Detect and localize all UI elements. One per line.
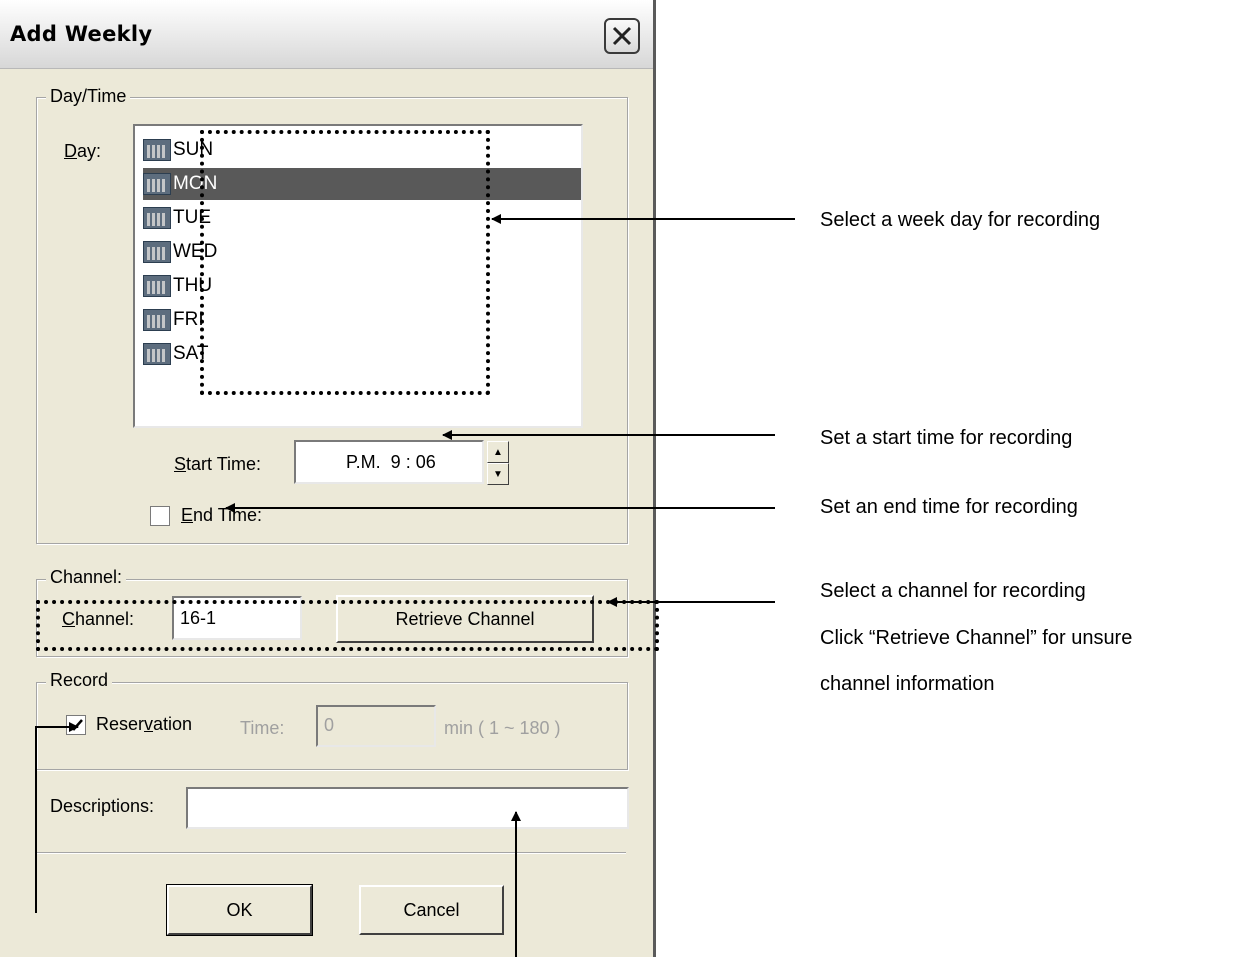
ok-button[interactable]: OK bbox=[166, 884, 313, 936]
calendar-icon bbox=[143, 139, 171, 161]
annotation-day: Select a week day for recording bbox=[820, 209, 1101, 231]
day-label: Day: bbox=[64, 141, 102, 161]
add-weekly-dialog: Add Weekly Day/Time Day: SUN MON TUE WED… bbox=[0, 0, 659, 957]
start-time-spin-down[interactable]: ▼ bbox=[487, 463, 509, 485]
reservation-time-label: Time: bbox=[240, 718, 285, 738]
calendar-icon bbox=[143, 275, 171, 297]
calendar-icon bbox=[143, 343, 171, 365]
title-bar: Add Weekly bbox=[0, 0, 653, 69]
annotation-channel-3: channel information bbox=[820, 673, 995, 695]
start-time-value: P.M. 9 : 06 bbox=[346, 452, 436, 472]
calendar-icon bbox=[143, 173, 171, 195]
check-icon bbox=[69, 719, 83, 731]
close-button[interactable] bbox=[604, 18, 640, 54]
start-time-label: Start Time: bbox=[174, 454, 262, 474]
start-time-spin-up[interactable]: ▲ bbox=[487, 441, 509, 463]
record-legend: Record bbox=[46, 670, 113, 691]
channel-legend: Channel: bbox=[46, 567, 127, 588]
calendar-icon bbox=[143, 309, 171, 331]
list-item[interactable]: SAT bbox=[143, 338, 209, 370]
reservation-label: Reservation bbox=[96, 714, 193, 734]
annotation-channel-2: Click “Retrieve Channel” for unsure bbox=[820, 627, 1133, 649]
list-item[interactable]: FRI bbox=[143, 304, 204, 336]
day-highlight-box bbox=[200, 130, 490, 395]
reservation-time-unit: min ( 1 ~ 180 ) bbox=[444, 718, 561, 738]
window-title: Add Weekly bbox=[10, 22, 153, 46]
calendar-icon bbox=[143, 241, 171, 263]
channel-highlight-box bbox=[36, 600, 659, 651]
close-icon bbox=[612, 26, 632, 46]
descriptions-label: Descriptions: bbox=[50, 796, 155, 816]
reservation-time-input: 0 bbox=[316, 705, 436, 747]
annotation-end-time: Set an end time for recording bbox=[820, 496, 1078, 518]
reservation-checkbox[interactable] bbox=[66, 715, 86, 735]
end-time-checkbox[interactable] bbox=[150, 506, 170, 526]
end-time-label: End Time: bbox=[181, 505, 263, 525]
annotation-start-time: Set a start time for recording bbox=[820, 427, 1073, 449]
descriptions-input[interactable] bbox=[186, 787, 629, 829]
cancel-button[interactable]: Cancel bbox=[359, 885, 504, 935]
start-time-field[interactable]: P.M. 9 : 06 bbox=[294, 440, 484, 484]
calendar-icon bbox=[143, 207, 171, 229]
reservation-time-value: 0 bbox=[324, 715, 335, 735]
annotation-channel-1: Select a channel for recording bbox=[820, 580, 1086, 602]
day-time-legend: Day/Time bbox=[46, 86, 131, 107]
divider bbox=[36, 852, 626, 854]
